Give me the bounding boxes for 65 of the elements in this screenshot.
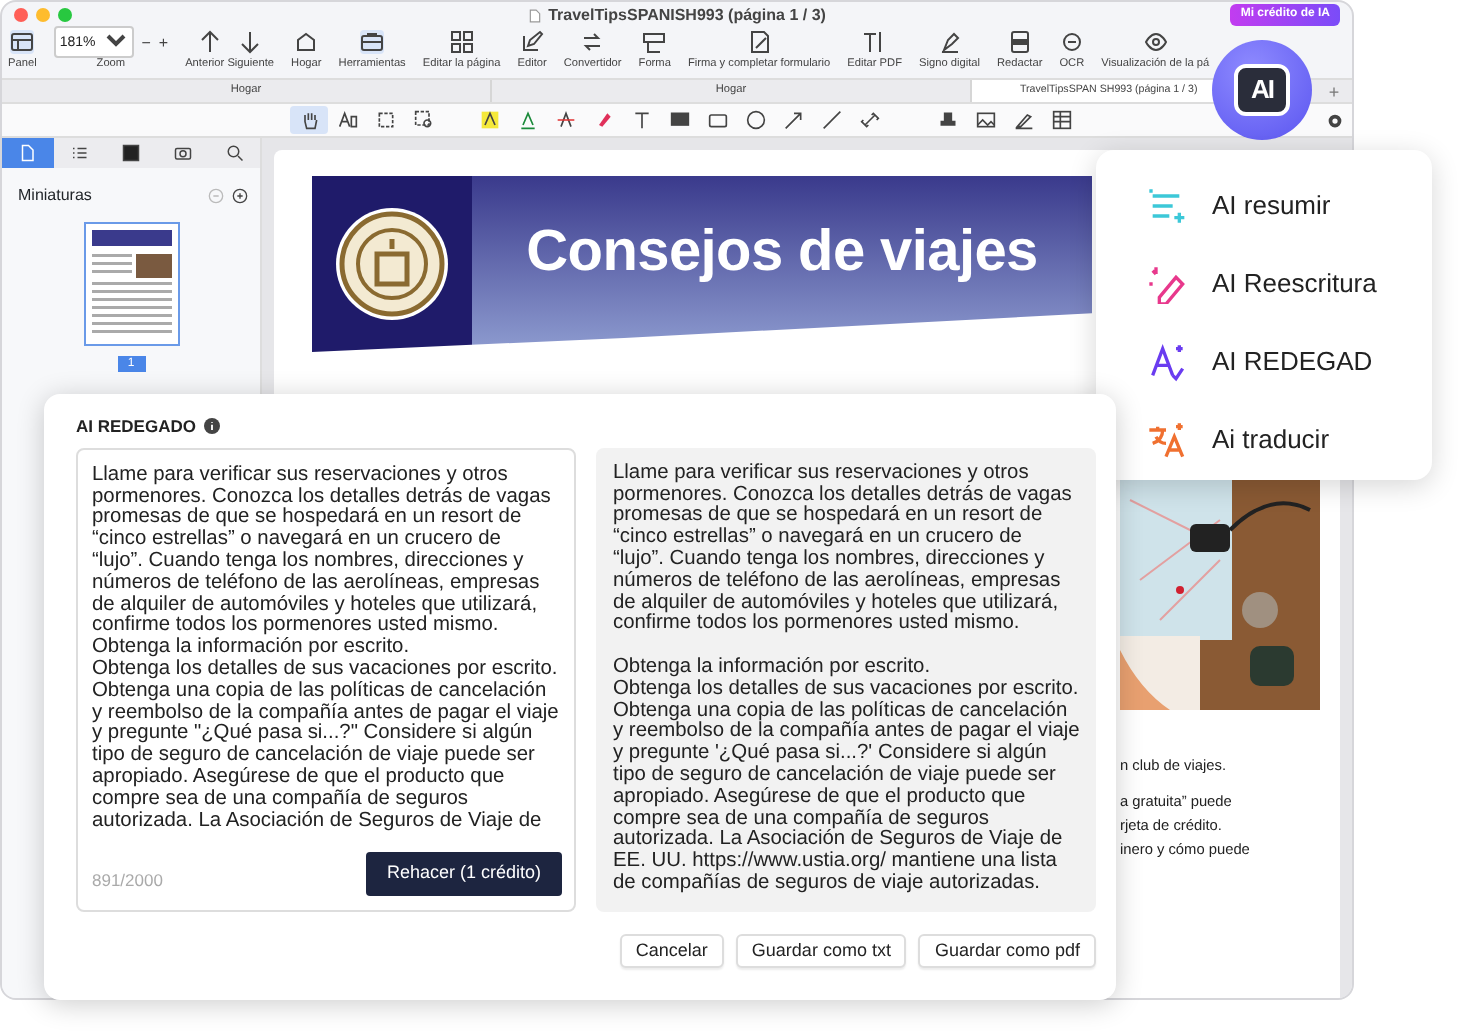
crop-icon: [375, 110, 395, 130]
dialog-button[interactable]: Cancelar: [619, 933, 724, 969]
text-input-panel[interactable]: [76, 447, 575, 912]
banner-title: Consejos de viajes: [526, 218, 1038, 289]
window-title: TravelTipsSPANISH993 (página 1 / 3): [548, 3, 826, 27]
signature-icon: [747, 30, 772, 54]
text-box-icon: [121, 144, 140, 162]
seal-icon: [332, 204, 452, 324]
menu-item[interactable]: AI Reescritura: [1146, 244, 1432, 322]
comment-icon: [669, 110, 689, 130]
zoom-out-button[interactable]: −: [141, 33, 151, 51]
text-color-icon: [517, 110, 537, 130]
page-thumbnail[interactable]: [83, 222, 179, 346]
panel-title: Miniaturas: [18, 184, 92, 208]
arrow-icon: [783, 110, 803, 130]
dialog-title: AI REDEGADO: [76, 414, 196, 440]
stamp-icon: [937, 110, 957, 130]
strikethrough-icon: [555, 110, 575, 130]
search-icon: [225, 144, 244, 162]
grid-icon: [449, 30, 474, 54]
pen-icon: [937, 30, 962, 54]
text-select-icon: [337, 110, 357, 130]
circle-icon: [745, 110, 765, 130]
zoom-area-icon: [413, 110, 433, 130]
result-text: Llame para verificar sus reservaciones y otros pormenores. Conozca los detalles detrás de vagas promesas de que se hospedará en un resort de “cinco estrellas” o navegará en un crucero de “lujo”. Cuando tenga los nombres, direcciones y números de teléfono de las aerolíneas, empresas de alquiler de automóviles y hoteles que utilizará, confirme todos los pormenores usted mismo. Obtenga la información por escrito. Obtenga los detalles de sus vacaciones por escrito. Obtenga una copia de las políticas de cancelación y reembolso de la compañía antes de pagar el viaje y pregunte '¿Qué pasa si...?' Considere si algún tipo de seguro de cancelación de viaje puede ser apropiado. Asegúrese de que el producto que compre sea de una compañía de seguros autorizada. La Asociación de Seguros de Viaje de EE. UU. https://www.ustia.org/ mantiene una lista de compañías de seguros de viaje autorizadas.: [595, 447, 1096, 912]
redo-button[interactable]: Rehacer (1 crédito): [366, 852, 561, 896]
convert-icon: [580, 30, 605, 54]
menu-item[interactable]: Ai traducir: [1146, 400, 1432, 478]
up-arrow-icon: [197, 30, 222, 54]
text-icon: [631, 110, 651, 130]
zoom-in-icon[interactable]: [232, 188, 248, 204]
camera-icon: [173, 144, 192, 162]
text-edit-icon: [862, 30, 887, 54]
signature-icon: [1013, 110, 1033, 130]
menu-item[interactable]: AI REDEGAD: [1146, 322, 1432, 400]
settings-icon[interactable]: [1326, 111, 1344, 129]
line-icon: [821, 110, 841, 130]
redact-icon: [1007, 30, 1032, 54]
dialog-button[interactable]: Guardar como txt: [735, 933, 907, 969]
character-counter: 891/2000: [92, 868, 163, 894]
toolbox-icon: [360, 30, 385, 54]
hand-icon: [299, 110, 319, 130]
edit-icon: [520, 30, 545, 54]
page-icon: [18, 144, 37, 162]
marker-icon: [593, 110, 613, 130]
down-arrow-icon: [237, 30, 262, 54]
image-icon: [975, 110, 995, 130]
original-text-field[interactable]: Llame para verificar sus reservaciones y otros pormenores. Conozca los detalles detrás de vagas promesas de que se hospedará en un resort de “cinco estrellas” o navegará en un crucero de “lujo”. Cuando tenga los nombres, direcciones y números de teléfono de las aerolíneas, empresas de alquiler de automóviles y hoteles que utilizará, confirme todos los pormenores usted mismo. Obtenga la información por escrito. Obtenga los detalles de sus vacaciones por escrito. Obtenga una copia de las políticas de cancelación y reembolso de la compañía antes de pagar el viaje y pregunte "¿Qué pasa si...?" Considere si algún tipo de seguro de cancelación de viaje puede ser apropiado. Asegúrese de que el producto que compre sea de una compañía de seguros autorizada. La Asociación de Seguros de Viaje de: [78, 449, 573, 834]
link-icon: [859, 110, 879, 130]
rectangle-icon: [707, 110, 727, 130]
panel-icon: [10, 30, 35, 54]
list-icon: [70, 144, 89, 162]
zoom-in-button[interactable]: +: [158, 33, 169, 51]
menu-item[interactable]: AI resumir: [1146, 166, 1432, 244]
info-icon: [203, 418, 220, 435]
dialog-button[interactable]: Guardar como pdf: [918, 933, 1096, 969]
shape-icon: [642, 30, 667, 54]
ocr-icon: [1059, 30, 1084, 54]
new-tab-button[interactable]: +: [1316, 80, 1352, 102]
eye-icon: [1143, 30, 1168, 54]
document-icon: [528, 7, 543, 23]
highlight-icon: [479, 110, 499, 130]
table-icon: [1051, 110, 1071, 130]
home-icon: [294, 30, 319, 54]
hand-tool[interactable]: [290, 106, 328, 134]
